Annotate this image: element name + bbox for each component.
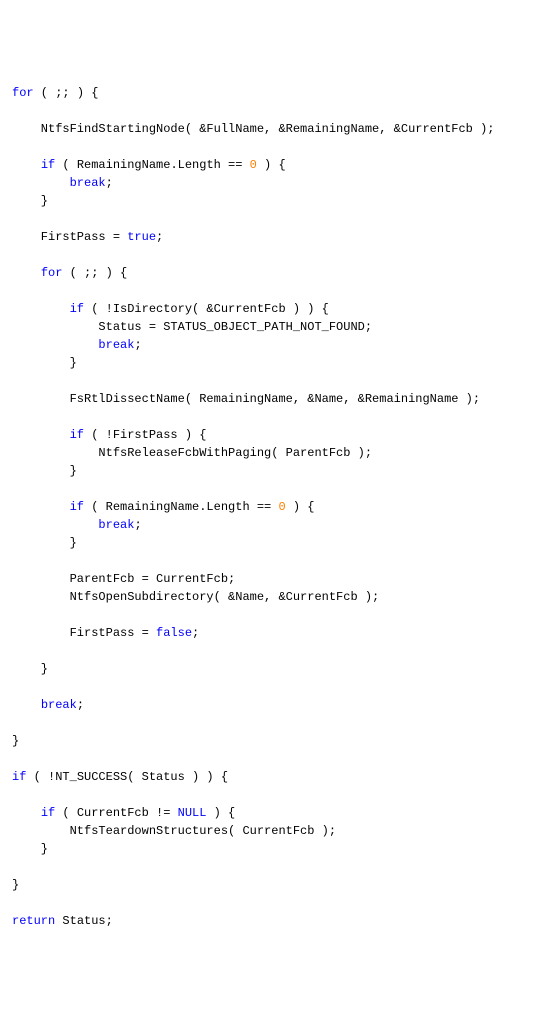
code-text [12, 302, 70, 316]
code-text: } [12, 734, 19, 748]
keyword-if: if [70, 302, 84, 316]
code-text: ) { [257, 158, 286, 172]
code-text: ( !NT_SUCCESS( Status ) ) { [26, 770, 228, 784]
code-text: Status = STATUS_OBJECT_PATH_NOT_FOUND; [12, 320, 372, 334]
code-text [12, 806, 41, 820]
keyword-for: for [41, 266, 63, 280]
number-literal: 0 [250, 158, 257, 172]
code-text: ( RemainingName.Length == [55, 158, 249, 172]
code-text: } [12, 356, 77, 370]
code-text [12, 158, 41, 172]
code-text [12, 176, 70, 190]
keyword-break: break [98, 518, 134, 532]
code-text: ( ;; ) { [34, 86, 99, 100]
code-text: NtfsOpenSubdirectory( &Name, &CurrentFcb… [12, 590, 379, 604]
code-text [12, 266, 41, 280]
code-text: ( ;; ) { [62, 266, 127, 280]
code-text: ( RemainingName.Length == [84, 500, 278, 514]
keyword-if: if [41, 158, 55, 172]
code-text: ParentFcb = CurrentFcb; [12, 572, 235, 586]
keyword-for: for [12, 86, 34, 100]
code-text: Status; [55, 914, 113, 928]
code-text: ; [134, 338, 141, 352]
code-text: NtfsTeardownStructures( CurrentFcb ); [12, 824, 336, 838]
code-text: ; [134, 518, 141, 532]
keyword-if: if [41, 806, 55, 820]
code-text: } [12, 464, 77, 478]
code-text: ; [106, 176, 113, 190]
code-text [12, 428, 70, 442]
code-text [12, 500, 70, 514]
keyword-if: if [70, 428, 84, 442]
keyword-null: NULL [178, 806, 207, 820]
keyword-break: break [70, 176, 106, 190]
code-text: FsRtlDissectName( RemainingName, &Name, … [12, 392, 480, 406]
number-literal: 0 [278, 500, 285, 514]
code-text: ) { [286, 500, 315, 514]
code-text: ( !IsDirectory( &CurrentFcb ) ) { [84, 302, 329, 316]
code-block: for ( ;; ) { NtfsFindStartingNode( &Full… [12, 84, 527, 930]
keyword-return: return [12, 914, 55, 928]
code-text: ; [192, 626, 199, 640]
code-text: ( CurrentFcb != [55, 806, 177, 820]
code-text: } [12, 536, 77, 550]
code-text: ; [77, 698, 84, 712]
keyword-if: if [70, 500, 84, 514]
keyword-false: false [156, 626, 192, 640]
code-text: ) { [206, 806, 235, 820]
code-text [12, 518, 98, 532]
code-text: NtfsReleaseFcbWithPaging( ParentFcb ); [12, 446, 372, 460]
code-text [12, 698, 41, 712]
code-text: } [12, 878, 19, 892]
code-text: FirstPass = [12, 626, 156, 640]
code-text: ( !FirstPass ) { [84, 428, 206, 442]
code-text: } [12, 662, 48, 676]
code-text: NtfsFindStartingNode( &FullName, &Remain… [12, 122, 494, 136]
code-text: } [12, 842, 48, 856]
keyword-break: break [98, 338, 134, 352]
keyword-if: if [12, 770, 26, 784]
code-text: } [12, 194, 48, 208]
code-text [12, 338, 98, 352]
keyword-break: break [41, 698, 77, 712]
code-text: FirstPass = [12, 230, 127, 244]
code-text: ; [156, 230, 163, 244]
keyword-true: true [127, 230, 156, 244]
